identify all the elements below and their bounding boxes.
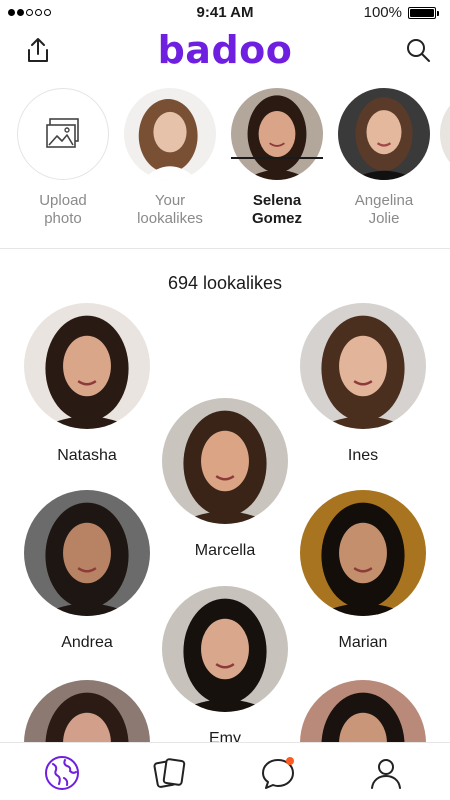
app-header: badoo [0, 26, 450, 76]
avatar [162, 586, 288, 712]
divider [0, 248, 450, 249]
battery-icon [408, 7, 439, 19]
category-your-lookalikes[interactable]: Your lookalikes [124, 88, 216, 228]
search-icon [407, 39, 430, 62]
search-button[interactable] [400, 32, 436, 68]
avatar [162, 398, 288, 524]
category-label: Angelina Jolie [354, 192, 414, 227]
lookalike-card[interactable]: Marian [300, 490, 426, 652]
category-strip: Upload photo Your lookalikes Selena Gome… [0, 88, 450, 248]
category-next-partial[interactable] [440, 88, 450, 180]
globe-icon [45, 756, 79, 790]
avatar [24, 303, 150, 429]
nav-cards-button[interactable] [150, 753, 190, 793]
results-count: 694 lookalikes [167, 273, 283, 293]
category-angelina-jolie[interactable]: Angelina Jolie [338, 88, 430, 228]
chat-icon [262, 757, 294, 789]
avatar [338, 88, 430, 180]
category-label: Upload photo [39, 192, 87, 227]
avatar [124, 88, 216, 180]
lookalike-card[interactable]: Emy [162, 586, 288, 748]
avatar [24, 490, 150, 616]
lookalike-card[interactable]: Natasha [24, 303, 150, 465]
image-icon [46, 118, 79, 148]
lookalike-name: Natasha [57, 447, 117, 464]
avatar [440, 88, 450, 180]
bottom-navigation [0, 742, 450, 800]
battery-percent: 100% [363, 4, 402, 21]
brand-logo: badoo [157, 28, 293, 72]
lookalike-name: Marcella [194, 542, 256, 559]
lookalike-card[interactable]: Ines [300, 303, 426, 465]
notification-badge [286, 757, 294, 765]
avatar [231, 88, 323, 180]
category-label: Your lookalikes [137, 192, 203, 227]
lookalike-name: Ines [347, 447, 379, 464]
lookalike-card[interactable]: Andrea [24, 490, 150, 652]
lookalike-name: Marian [338, 634, 388, 651]
lookalike-name: Andrea [61, 634, 113, 651]
category-label: Selena Gomez [251, 192, 302, 227]
category-upload-photo[interactable]: Upload photo [17, 88, 109, 228]
nav-messages-button[interactable] [258, 753, 298, 793]
avatar [300, 303, 426, 429]
nav-profile-button[interactable] [366, 753, 406, 793]
nav-encounters-button[interactable] [42, 753, 82, 793]
cards-icon [153, 758, 186, 788]
status-bar: 9:41 AM 100% [0, 0, 450, 26]
lookalike-card[interactable]: Marcella [162, 398, 288, 560]
profile-icon [371, 759, 401, 789]
avatar [300, 490, 426, 616]
upload-photo-circle [17, 88, 109, 180]
active-tab-indicator [231, 157, 323, 159]
